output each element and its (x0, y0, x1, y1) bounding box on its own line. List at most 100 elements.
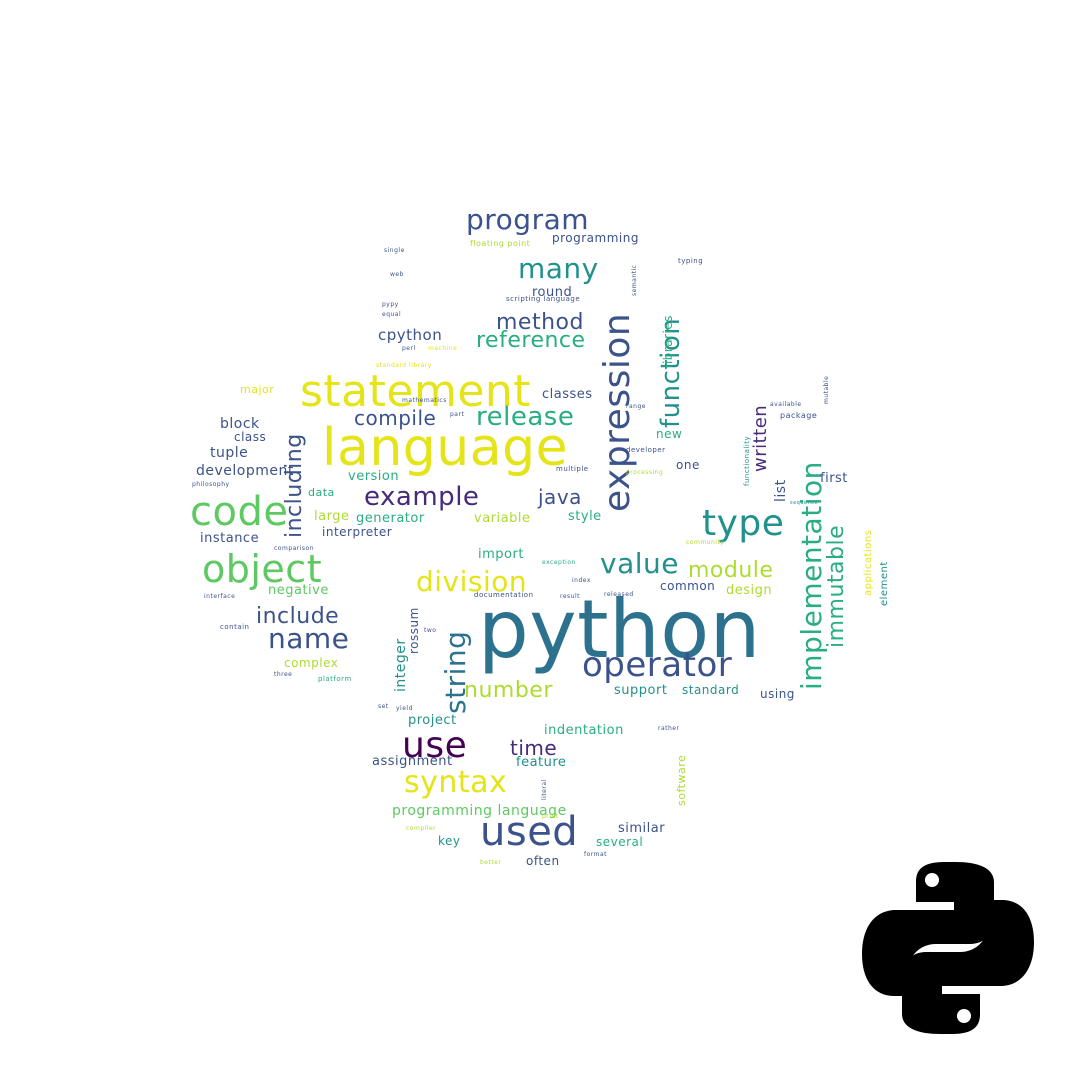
word-single: single (384, 247, 405, 254)
word-compiler: compiler (406, 825, 437, 832)
word-rossum: rossum (407, 607, 421, 654)
word-standard: standard (682, 683, 740, 697)
word-using: using (760, 687, 795, 701)
word-software: software (675, 754, 688, 806)
word-machine: machine (428, 345, 458, 352)
word-operator: operator (582, 645, 733, 685)
word-mathematics: mathematics (402, 397, 447, 404)
word-range: range (626, 403, 646, 410)
word-applications: applications (863, 529, 874, 596)
word-semantic: semantic (631, 264, 638, 296)
word-programming: programming (552, 231, 639, 245)
word-number: number (464, 678, 553, 703)
word-key: key (438, 834, 461, 848)
word-support: support (614, 683, 668, 698)
word-complex: complex (284, 656, 339, 670)
word-classes: classes (542, 387, 593, 402)
word-release: release (476, 402, 575, 432)
word-block: block (220, 416, 260, 432)
word-community: community (686, 539, 725, 546)
word-version: version (348, 469, 400, 484)
word-development: development (196, 463, 294, 479)
word-list: list (773, 479, 789, 502)
word-libraries: libraries (661, 315, 675, 368)
word-element: element (879, 561, 890, 606)
word-similar: similar (618, 821, 666, 836)
word-project: project (408, 713, 457, 728)
word-syntax: syntax (404, 765, 508, 800)
word-interpreter: interpreter (322, 525, 393, 539)
word-class: class (234, 430, 267, 444)
word-design: design (726, 583, 773, 598)
word-two: two (424, 627, 437, 634)
word-platform: platform (318, 675, 352, 683)
word-negative: negative (268, 583, 329, 598)
word-one: one (676, 458, 700, 472)
word-large: large (314, 509, 350, 524)
word-implementation: implementation (795, 461, 828, 690)
word-rather: rather (658, 725, 680, 732)
word-interface: interface (204, 593, 236, 600)
word-equal: equal (382, 311, 402, 318)
word-developer: developer (626, 446, 666, 454)
word-contain: contain (220, 623, 250, 631)
word-literal: literal (541, 779, 548, 800)
word-typing: typing (678, 257, 704, 265)
word-package: package (780, 411, 818, 420)
word-comparison: comparison (274, 545, 315, 552)
word-better: better (480, 859, 502, 866)
word-program: program (466, 203, 590, 236)
word-data: data (308, 486, 335, 499)
word-part: part (450, 411, 465, 418)
word-format: format (584, 851, 608, 858)
word-style: style (568, 509, 602, 524)
word-philosophy: philosophy (192, 481, 230, 488)
word-written: written (750, 404, 771, 472)
word-cpython: cpython (378, 326, 443, 344)
word-name: name (268, 622, 350, 655)
word-set: set (378, 703, 389, 710)
word-perl: perl (402, 345, 416, 352)
word-compile: compile (354, 406, 437, 430)
python-logo-icon (862, 862, 1034, 1034)
word-tuple: tuple (210, 445, 249, 461)
word-sequence: sequence (790, 500, 819, 506)
word-floating-point: floating point (470, 239, 531, 248)
word-functionality: functionality (743, 435, 751, 486)
word-including: including (282, 433, 307, 538)
word-several: several (596, 835, 644, 849)
word-reference: reference (476, 328, 586, 353)
word-often: often (526, 854, 560, 868)
word-mutable: mutable (823, 375, 830, 404)
word-type: type (702, 503, 785, 544)
word-generator: generator (356, 511, 425, 526)
word-integer: integer (393, 638, 409, 692)
word-java: java (538, 485, 582, 509)
word-example: example (364, 482, 480, 512)
word-print: print (542, 813, 559, 820)
word-programming-language: programming language (392, 803, 567, 819)
word-result: result (560, 593, 580, 600)
word-instance: instance (200, 531, 260, 546)
word-documentation: documentation (474, 591, 534, 599)
word-three: three (274, 671, 293, 678)
word-assignment: assignment (372, 754, 453, 769)
word-many: many (518, 252, 599, 285)
word-common: common (660, 579, 716, 593)
word-cloud-canvas: python language statement expression code obj… (0, 0, 1080, 1080)
word-standard-library: standard library (376, 362, 432, 369)
word-index: index (572, 577, 591, 584)
word-value: value (600, 547, 679, 580)
word-include: include (256, 604, 340, 629)
word-expression: expression (597, 312, 638, 512)
word-variable: variable (474, 511, 531, 526)
word-yield: yield (396, 705, 413, 712)
word-processing: processing (626, 469, 664, 476)
word-import: import (478, 547, 524, 562)
word-feature: feature (516, 755, 567, 770)
word-available: available (770, 401, 802, 408)
word-released: released (604, 591, 634, 598)
word-pypy: pypy (382, 301, 399, 308)
word-major: major (240, 383, 275, 396)
word-new: new (656, 427, 683, 441)
